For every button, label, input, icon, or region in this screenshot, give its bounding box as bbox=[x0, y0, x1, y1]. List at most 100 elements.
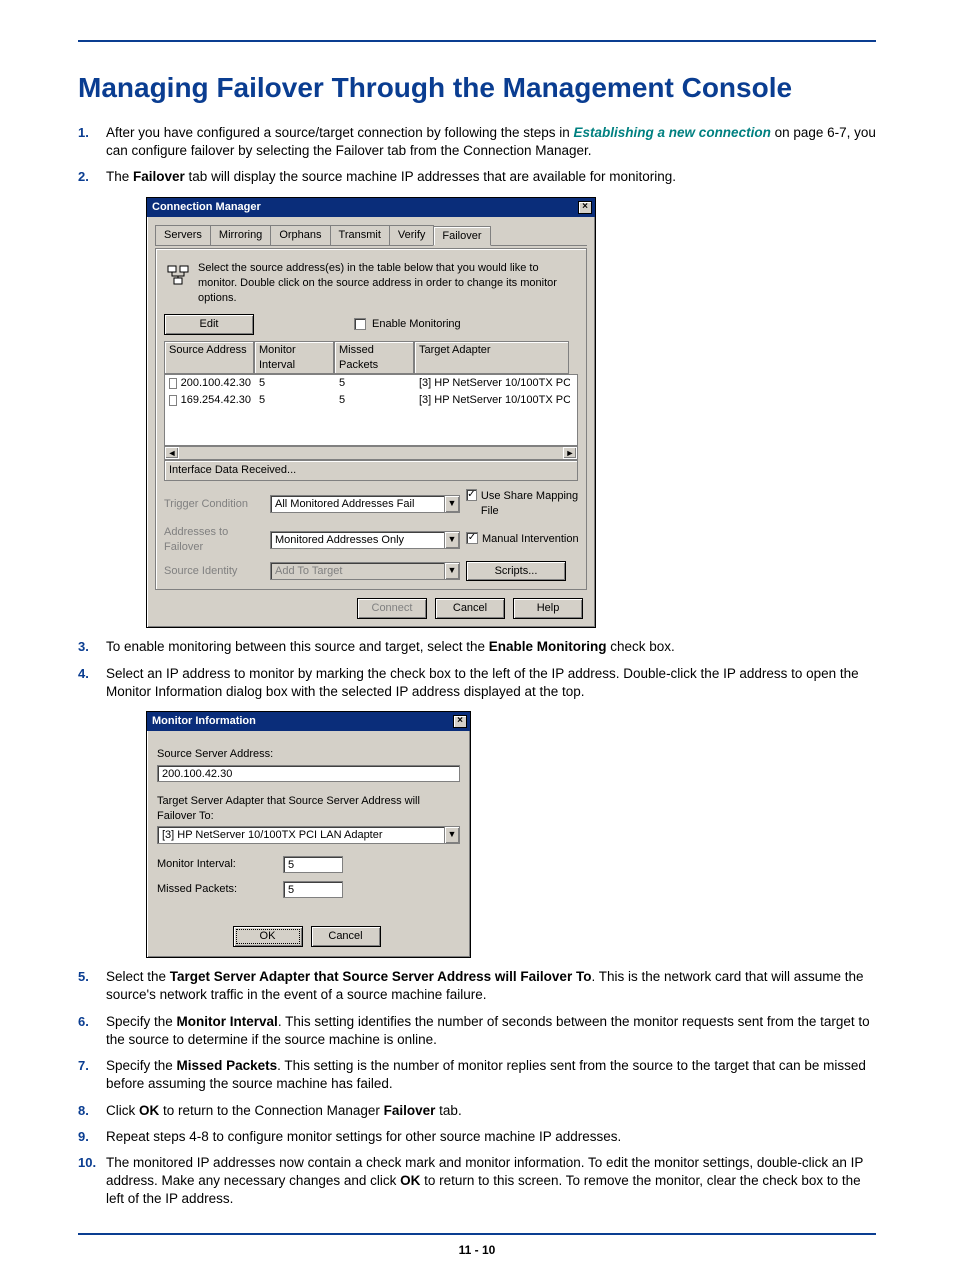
col-monitor-interval[interactable]: Monitor Interval bbox=[254, 341, 334, 375]
use-share-mapping-label: Use Share Mapping File bbox=[481, 489, 586, 519]
mi-titlebar: Monitor Information × bbox=[147, 712, 470, 731]
cancel-button[interactable]: Cancel bbox=[435, 598, 505, 619]
tab-transmit[interactable]: Transmit bbox=[330, 225, 390, 246]
step-4: Select an IP address to monitor by marki… bbox=[78, 665, 876, 959]
row-ta: [3] HP NetServer 10/100TX PC bbox=[415, 392, 570, 409]
row-mi: 5 bbox=[255, 375, 335, 392]
addresses-to-failover-combo[interactable]: Monitored Addresses Only ▼ bbox=[270, 531, 460, 549]
scroll-right-icon[interactable]: ► bbox=[563, 447, 577, 459]
col-missed-packets[interactable]: Missed Packets bbox=[334, 341, 414, 375]
enable-monitoring-checkbox[interactable] bbox=[354, 318, 366, 330]
source-server-address-label: Source Server Address: bbox=[157, 747, 460, 762]
addresses-to-failover-value: Monitored Addresses Only bbox=[271, 532, 444, 548]
list-row[interactable]: 169.254.42.30 5 5 [3] HP NetServer 10/10… bbox=[165, 392, 577, 409]
step-7: Specify the Missed Packets. This setting… bbox=[78, 1057, 876, 1093]
step-9: Repeat steps 4-8 to configure monitor se… bbox=[78, 1128, 876, 1146]
tab-servers[interactable]: Servers bbox=[155, 225, 211, 246]
row-mi: 5 bbox=[255, 392, 335, 409]
enable-monitoring-label: Enable Monitoring bbox=[372, 317, 461, 332]
top-rule bbox=[78, 40, 876, 42]
step-4-text: Select an IP address to monitor by marki… bbox=[106, 666, 859, 699]
target-adapter-value: [3] HP NetServer 10/100TX PCI LAN Adapte… bbox=[158, 827, 444, 843]
page-title: Managing Failover Through the Management… bbox=[78, 72, 876, 104]
manual-intervention-checkbox[interactable]: ✓ bbox=[466, 532, 478, 544]
step-2: The Failover tab will display the source… bbox=[78, 168, 876, 628]
source-server-address-field[interactable]: 200.100.42.30 bbox=[157, 765, 460, 782]
step-2-b: Failover bbox=[133, 169, 185, 184]
row-mp: 5 bbox=[335, 392, 415, 409]
row-addr: 200.100.42.30 bbox=[181, 376, 251, 391]
step-7-a: Specify the bbox=[106, 1058, 177, 1073]
trigger-condition-label: Trigger Condition bbox=[164, 497, 264, 512]
tab-failover[interactable]: Failover bbox=[433, 226, 490, 247]
step-6-b: Monitor Interval bbox=[177, 1014, 278, 1029]
trigger-condition-value: All Monitored Addresses Fail bbox=[271, 496, 444, 512]
row-ta: [3] HP NetServer 10/100TX PC bbox=[415, 375, 570, 392]
list-row[interactable]: 200.100.42.30 5 5 [3] HP NetServer 10/10… bbox=[165, 375, 577, 392]
step-8-d: Failover bbox=[384, 1103, 436, 1118]
step-8-b: OK bbox=[139, 1103, 159, 1118]
status-bar: Interface Data Received... bbox=[164, 460, 578, 481]
horizontal-scrollbar[interactable]: ◄ ► bbox=[164, 446, 578, 460]
row-checkbox[interactable] bbox=[169, 395, 177, 406]
target-adapter-combo[interactable]: [3] HP NetServer 10/100TX PCI LAN Adapte… bbox=[157, 826, 460, 844]
cancel-button[interactable]: Cancel bbox=[311, 926, 381, 947]
step-5-b: Target Server Adapter that Source Server… bbox=[170, 969, 592, 984]
tab-verify[interactable]: Verify bbox=[389, 225, 435, 246]
step-7-b: Missed Packets bbox=[177, 1058, 278, 1073]
steps-list: After you have configured a source/targe… bbox=[78, 124, 876, 1209]
col-target-adapter[interactable]: Target Adapter bbox=[414, 341, 569, 375]
step-1-text-a: After you have configured a source/targe… bbox=[106, 125, 574, 140]
target-adapter-label: Target Server Adapter that Source Server… bbox=[157, 794, 460, 824]
source-identity-value: Add To Target bbox=[271, 563, 444, 579]
step-2-c: tab will display the source machine IP a… bbox=[185, 169, 676, 184]
monitor-information-dialog: Monitor Information × Source Server Addr… bbox=[146, 711, 471, 958]
cm-instruction: Select the source address(es) in the tab… bbox=[198, 261, 576, 306]
page-footer: 11 - 10 bbox=[78, 1243, 876, 1257]
source-identity-label: Source Identity bbox=[164, 564, 264, 579]
step-9-text: Repeat steps 4-8 to configure monitor se… bbox=[106, 1129, 621, 1144]
chevron-down-icon[interactable]: ▼ bbox=[444, 532, 459, 548]
list-header: Source Address Monitor Interval Missed P… bbox=[164, 341, 578, 375]
step-3-b: Enable Monitoring bbox=[489, 639, 607, 654]
step-6: Specify the Monitor Interval. This setti… bbox=[78, 1013, 876, 1049]
row-mp: 5 bbox=[335, 375, 415, 392]
ok-button[interactable]: OK bbox=[233, 926, 303, 947]
row-checkbox[interactable] bbox=[169, 378, 177, 389]
close-icon[interactable]: × bbox=[578, 201, 592, 214]
use-share-mapping-checkbox[interactable]: ✓ bbox=[466, 489, 477, 501]
monitor-interval-label: Monitor Interval: bbox=[157, 857, 277, 872]
bottom-rule bbox=[78, 1233, 876, 1235]
monitor-interval-field[interactable]: 5 bbox=[283, 856, 343, 873]
step-10: The monitored IP addresses now contain a… bbox=[78, 1154, 876, 1209]
close-icon[interactable]: × bbox=[453, 715, 467, 728]
mi-title: Monitor Information bbox=[152, 714, 256, 729]
step-3-c: check box. bbox=[606, 639, 674, 654]
cm-tabs: Servers Mirroring Orphans Transmit Verif… bbox=[155, 225, 587, 247]
chevron-down-icon[interactable]: ▼ bbox=[444, 827, 459, 843]
chevron-down-icon: ▼ bbox=[444, 563, 459, 579]
connection-manager-dialog: Connection Manager × Servers Mirroring O… bbox=[146, 197, 596, 629]
step-5-a: Select the bbox=[106, 969, 170, 984]
step-5: Select the Target Server Adapter that So… bbox=[78, 968, 876, 1004]
addresses-to-failover-label: Addresses to Failover bbox=[164, 525, 264, 555]
missed-packets-label: Missed Packets: bbox=[157, 882, 277, 897]
help-button[interactable]: Help bbox=[513, 598, 583, 619]
edit-button[interactable]: Edit bbox=[164, 314, 254, 335]
row-addr: 169.254.42.30 bbox=[181, 393, 251, 408]
network-icon bbox=[166, 261, 190, 289]
step-8-e: tab. bbox=[435, 1103, 461, 1118]
tab-mirroring[interactable]: Mirroring bbox=[210, 225, 271, 246]
missed-packets-field[interactable]: 5 bbox=[283, 881, 343, 898]
step-1: After you have configured a source/targe… bbox=[78, 124, 876, 160]
tab-orphans[interactable]: Orphans bbox=[270, 225, 330, 246]
trigger-condition-combo[interactable]: All Monitored Addresses Fail ▼ bbox=[270, 495, 460, 513]
col-source-address[interactable]: Source Address bbox=[164, 341, 254, 375]
step-6-a: Specify the bbox=[106, 1014, 177, 1029]
cm-titlebar: Connection Manager × bbox=[147, 198, 595, 217]
step-2-a: The bbox=[106, 169, 133, 184]
scroll-left-icon[interactable]: ◄ bbox=[165, 447, 179, 459]
chevron-down-icon[interactable]: ▼ bbox=[444, 496, 459, 512]
link-establishing[interactable]: Establishing a new connection bbox=[574, 125, 771, 140]
scripts-button[interactable]: Scripts... bbox=[466, 561, 566, 582]
